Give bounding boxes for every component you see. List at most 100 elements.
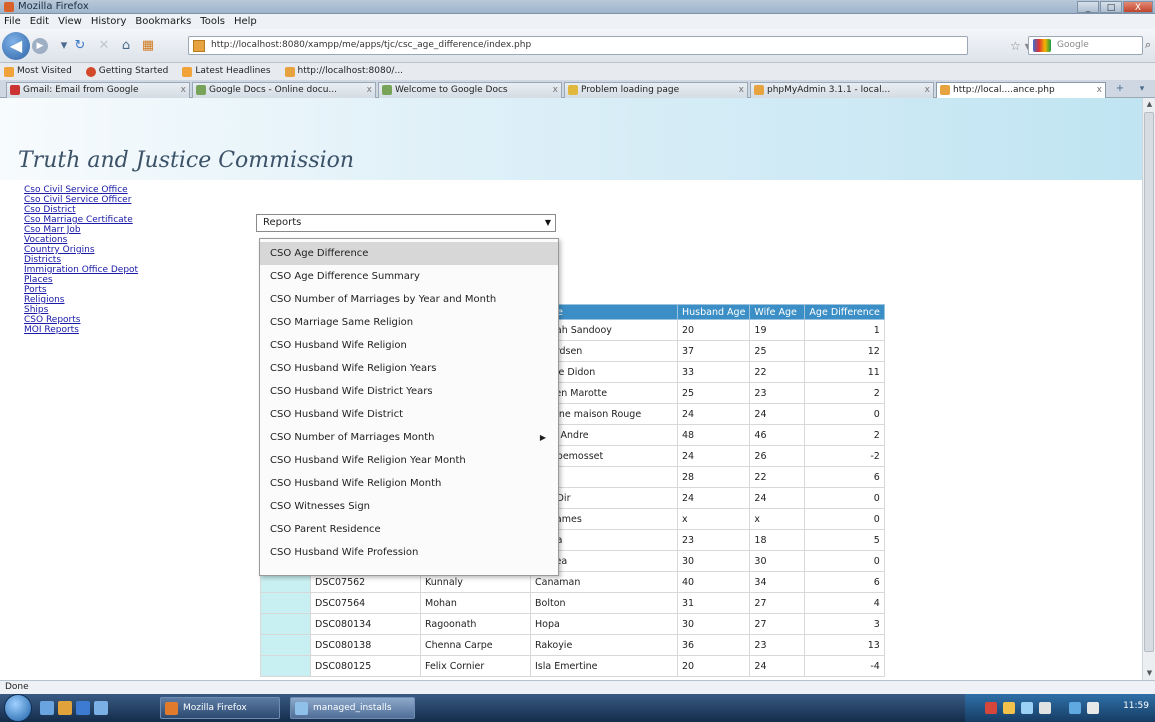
menu-view[interactable]: View	[58, 14, 82, 29]
report-menu-item[interactable]: CSO Marriage Same Religion	[260, 311, 558, 334]
sidebar-link-ships[interactable]: Ships	[24, 305, 204, 315]
menu-tools[interactable]: Tools	[200, 14, 225, 29]
report-menu-item[interactable]: CSO Number of Marriages by Year and Mont…	[260, 288, 558, 311]
page-favicon-icon	[193, 40, 205, 52]
dropdown-arrow-icon[interactable]: ▾	[56, 37, 72, 55]
minimize-button[interactable]: _	[1077, 1, 1099, 13]
taskbar-item-firefox[interactable]: Mozilla Firefox	[160, 697, 280, 719]
report-menu-item[interactable]: CSO Age Difference	[260, 242, 558, 265]
report-menu-item-label: CSO Husband Wife Religion Years	[270, 363, 437, 374]
report-menu-item-label: CSO Marriage Same Religion	[270, 317, 414, 328]
bookmark-most-visited[interactable]: Most Visited	[4, 63, 72, 80]
reload-icon[interactable]: ↻	[72, 37, 88, 55]
tab-active-localhost[interactable]: http://local....ance.php x	[936, 82, 1106, 98]
scrollbar-thumb[interactable]	[1144, 112, 1154, 652]
tab-list-icon[interactable]: ▾	[1134, 80, 1150, 98]
new-tab-icon[interactable]: +	[1112, 80, 1128, 98]
sidebar-link-districts[interactable]: Districts	[24, 255, 204, 265]
cell-husband-age: 30	[676, 550, 751, 572]
report-menu-item[interactable]: CSO Husband Wife Religion	[260, 334, 558, 357]
bookmark-localhost[interactable]: http://localhost:8080/...	[284, 63, 403, 80]
cell-row-marker	[260, 613, 311, 635]
tray-power-icon[interactable]	[1087, 702, 1099, 714]
menu-history[interactable]: History	[91, 14, 127, 29]
tab-google-docs[interactable]: Google Docs - Online docu... x	[192, 82, 376, 98]
tab-problem-loading[interactable]: Problem loading page x	[564, 82, 748, 98]
report-menu-item[interactable]: CSO Husband Wife Profession	[260, 541, 558, 564]
report-menu-item[interactable]: CSO Parent Residence	[260, 518, 558, 541]
page-icon	[284, 66, 295, 77]
tab-phpmyadmin[interactable]: phpMyAdmin 3.1.1 - local... x	[750, 82, 934, 98]
tab-gmail[interactable]: Gmail: Email from Google x	[6, 82, 190, 98]
sidebar-link-civil-service-office[interactable]: Cso Civil Service Office	[24, 185, 204, 195]
tab-close-icon[interactable]: x	[1097, 83, 1102, 97]
cell-age-difference: 11	[804, 361, 885, 383]
tray-app-icon[interactable]	[985, 702, 997, 714]
cell-age-difference: 0	[804, 508, 885, 530]
forward-arrow-icon[interactable]: ▶	[32, 38, 48, 54]
ie-icon[interactable]	[76, 701, 90, 715]
tab-close-icon[interactable]: x	[367, 83, 372, 97]
sidebar-link-marr-job[interactable]: Cso Marr Job	[24, 225, 204, 235]
sidebar-link-religions[interactable]: Religions	[24, 295, 204, 305]
tray-volume-icon[interactable]	[1039, 702, 1051, 714]
taskbar-item-second[interactable]: managed_installs	[290, 697, 415, 719]
report-menu-item[interactable]: CSO Number of Marriages Month ▶	[260, 426, 558, 449]
report-menu-item[interactable]: CSO Husband Wife District Years	[260, 380, 558, 403]
cell-name: Isla Emertine	[530, 655, 678, 677]
reports-select[interactable]: Reports ▼	[256, 214, 556, 232]
close-button[interactable]: X	[1123, 1, 1153, 13]
menu-file[interactable]: File	[4, 14, 21, 29]
search-magnifier-icon[interactable]: ⌕	[1145, 38, 1151, 52]
tray-shield-icon[interactable]	[1003, 702, 1015, 714]
stop-icon[interactable]: ✕	[96, 37, 112, 55]
table-row: DSC080134 Ragoonath Hopa 30 27 3	[260, 613, 885, 635]
sidebar-link-marriage-certificate[interactable]: Cso Marriage Certificate	[24, 215, 204, 225]
tray-update-icon[interactable]	[1069, 702, 1081, 714]
report-menu-item[interactable]: CSO Age Difference Summary	[260, 265, 558, 288]
report-menu-item[interactable]: CSO Husband Wife Religion Month	[260, 472, 558, 495]
sidebar-link-vocations[interactable]: Vocations	[24, 235, 204, 245]
back-arrow-icon[interactable]: ◀	[2, 32, 30, 60]
report-menu-item[interactable]: CSO Husband Wife District	[260, 403, 558, 426]
tab-close-icon[interactable]: x	[739, 83, 744, 97]
sidebar-link-places[interactable]: Places	[24, 275, 204, 285]
maximize-button[interactable]: □	[1100, 1, 1122, 13]
scroll-down-arrow-icon[interactable]: ▼	[1143, 667, 1155, 680]
vertical-scrollbar[interactable]: ▲ ▼	[1142, 98, 1155, 680]
cell-age-difference: 0	[804, 487, 885, 509]
sidebar-link-district[interactable]: Cso District	[24, 205, 204, 215]
tray-network-icon[interactable]	[1021, 702, 1033, 714]
bookmark-page-icon[interactable]: ▦	[140, 37, 156, 55]
window-icon	[295, 702, 308, 715]
tab-close-icon[interactable]: x	[925, 83, 930, 97]
url-bar[interactable]: http://localhost:8080/xampp/me/apps/tjc/…	[188, 36, 968, 55]
report-menu-item-label: CSO Husband Wife Religion Year Month	[270, 455, 466, 466]
scroll-up-arrow-icon[interactable]: ▲	[1143, 98, 1155, 111]
bookmark-getting-started[interactable]: Getting Started	[85, 63, 168, 80]
sidebar-link-civil-service-officer[interactable]: Cso Civil Service Officer	[24, 195, 204, 205]
explorer-icon[interactable]	[58, 701, 72, 715]
menu-bookmarks[interactable]: Bookmarks	[135, 14, 191, 29]
tab-close-icon[interactable]: x	[181, 83, 186, 97]
report-menu-item[interactable]: CSO Witnesses Sign	[260, 495, 558, 518]
menu-edit[interactable]: Edit	[30, 14, 49, 29]
sidebar-link-moi-reports[interactable]: MOI Reports	[24, 325, 204, 335]
sidebar-link-ports[interactable]: Ports	[24, 285, 204, 295]
show-desktop-icon[interactable]	[40, 701, 54, 715]
start-button-icon[interactable]	[4, 694, 32, 722]
bookmark-latest-headlines[interactable]: Latest Headlines	[182, 63, 271, 80]
sidebar-link-immigration-office[interactable]: Immigration Office Depot	[24, 265, 204, 275]
cell-husband-age: 25	[676, 382, 751, 404]
report-menu-item[interactable]: CSO Husband Wife Religion Year Month	[260, 449, 558, 472]
search-bar[interactable]: Google	[1028, 36, 1143, 55]
home-icon[interactable]: ⌂	[118, 37, 134, 55]
menu-help[interactable]: Help	[234, 14, 257, 29]
tab-welcome-docs[interactable]: Welcome to Google Docs x	[378, 82, 562, 98]
report-menu-item-label: CSO Age Difference Summary	[270, 271, 420, 282]
tab-close-icon[interactable]: x	[553, 83, 558, 97]
sidebar-link-country-origins[interactable]: Country Origins	[24, 245, 204, 255]
sidebar-link-cso-reports[interactable]: CSO Reports	[24, 315, 204, 325]
report-menu-item[interactable]: CSO Husband Wife Religion Years	[260, 357, 558, 380]
quicklaunch-more-icon[interactable]	[94, 701, 108, 715]
